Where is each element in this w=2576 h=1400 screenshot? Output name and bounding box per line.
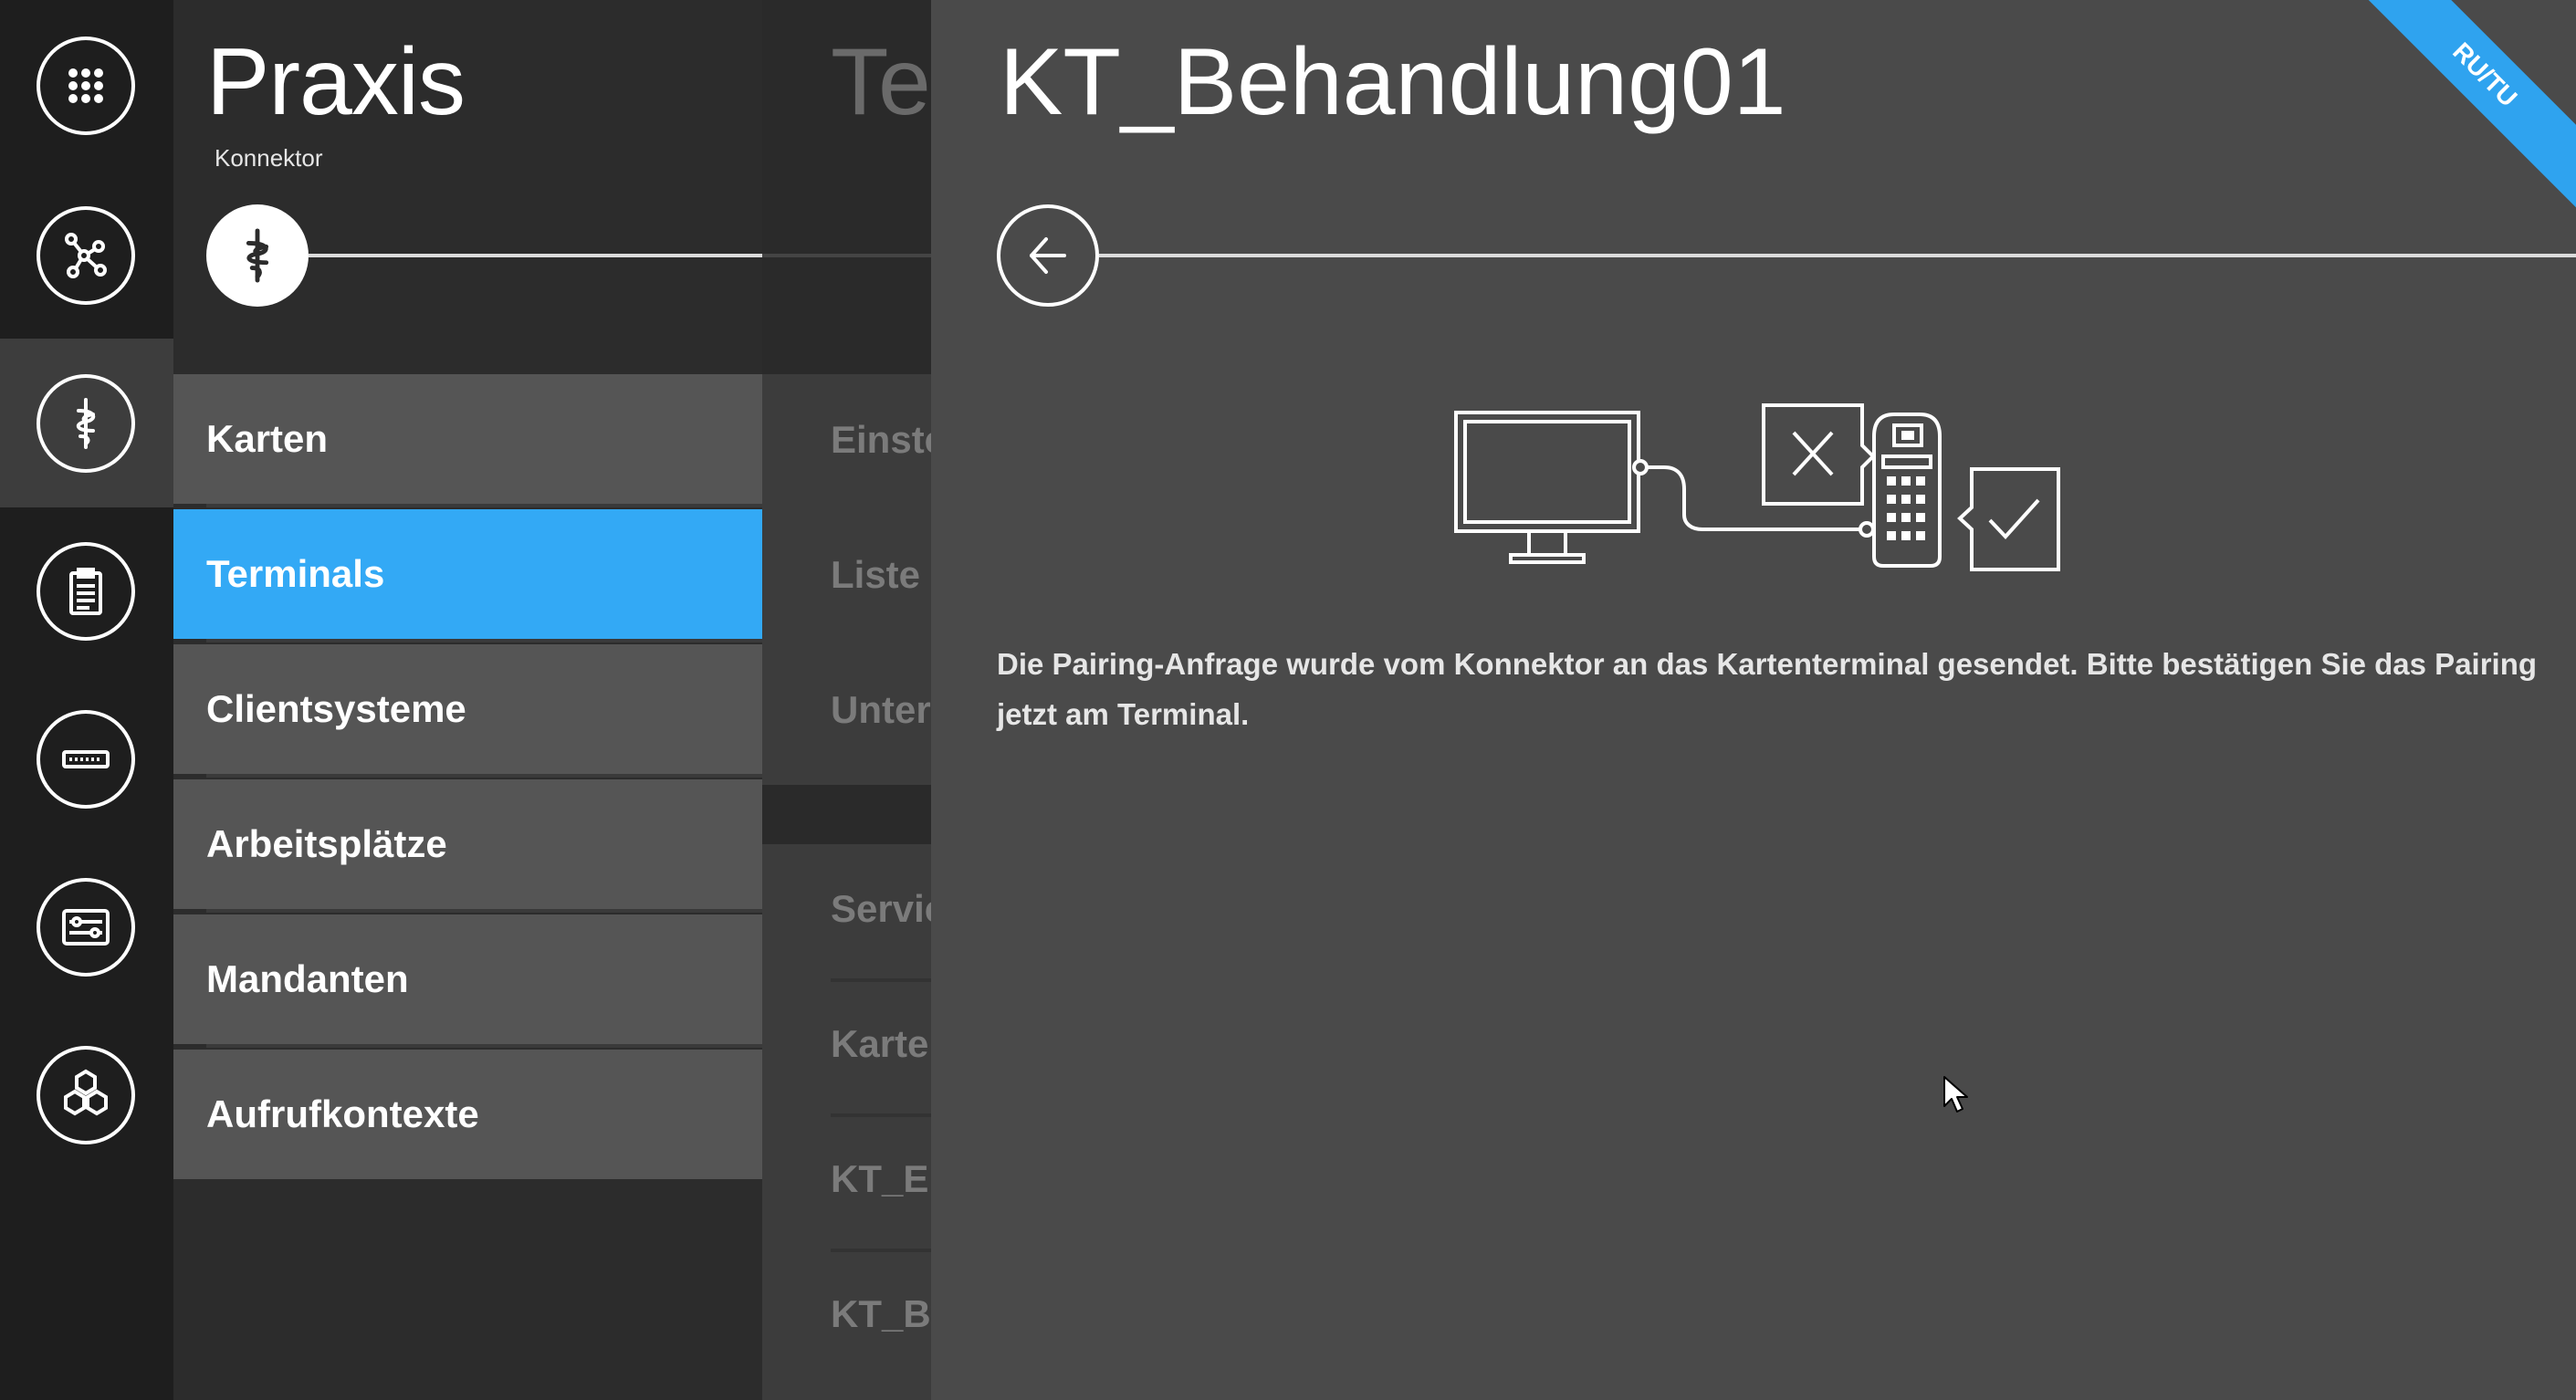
caduceus-icon[interactable] <box>37 374 135 473</box>
praxis-sidebar: Praxis Konnektor Karten Terminals Client… <box>173 0 762 1400</box>
network-nodes-icon[interactable] <box>37 206 135 305</box>
header-divider <box>1099 254 2576 257</box>
column-title: Te <box>831 29 931 135</box>
list-item[interactable]: Unter <box>831 688 931 732</box>
confirm-check-icon <box>1957 467 2060 571</box>
pairing-illustration <box>1454 403 2060 571</box>
monitor-icon <box>1454 411 1640 564</box>
header-divider <box>762 254 931 257</box>
section-subtitle: Konnektor <box>215 144 323 172</box>
nav-item-mandanten[interactable]: Mandanten <box>173 914 762 1044</box>
clipboard-icon[interactable] <box>37 542 135 641</box>
nav-item-label: Mandanten <box>206 957 409 1000</box>
nav-item-label: Terminals <box>206 552 385 595</box>
apps-grid-icon[interactable] <box>37 37 135 135</box>
modules-hexagon-icon[interactable] <box>37 1046 135 1144</box>
page-title: KT_Behandlung01 <box>1000 29 1786 135</box>
nav-divider <box>206 774 762 778</box>
card-terminal-icon <box>1872 413 1942 568</box>
nav-item-clientsysteme[interactable]: Clientsysteme <box>173 644 762 774</box>
card-reader-icon[interactable] <box>37 710 135 809</box>
nav-divider <box>206 909 762 913</box>
settings-sliders-icon[interactable] <box>37 878 135 977</box>
list-divider <box>831 1113 931 1117</box>
error-close-icon <box>1762 403 1876 506</box>
list-divider <box>831 1249 931 1252</box>
header-divider <box>309 254 762 257</box>
terminals-list-column: Te Einste Liste c Unter Servic Karter KT… <box>762 0 931 1400</box>
nav-item-karten[interactable]: Karten <box>173 374 762 504</box>
list-item[interactable]: Karter <box>831 1022 931 1066</box>
list-item[interactable]: Servic <box>831 887 931 931</box>
list-item[interactable]: KT_Er <box>831 1157 931 1201</box>
list-item[interactable]: KT_Be <box>831 1292 931 1336</box>
caduceus-icon <box>206 204 309 307</box>
list-divider <box>831 978 931 982</box>
nav-divider <box>206 1044 762 1048</box>
corner-badge-label: RU/TU <box>2447 37 2523 112</box>
list-item[interactable]: Einste <box>831 418 931 462</box>
arrow-left-icon <box>1030 237 1066 274</box>
mouse-cursor-icon <box>1943 1076 1968 1113</box>
nav-item-label: Karten <box>206 417 329 460</box>
nav-item-label: Aufrufkontexte <box>206 1092 479 1135</box>
back-button[interactable] <box>997 204 1099 307</box>
nav-item-label: Arbeitsplätze <box>206 822 447 865</box>
pairing-message: Die Pairing-Anfrage wurde vom Konnektor … <box>997 647 2538 731</box>
corner-badge: RU/TU <box>2328 0 2576 232</box>
nav-item-label: Clientsysteme <box>206 687 466 730</box>
nav-divider <box>206 639 762 643</box>
section-title: Praxis <box>206 29 466 135</box>
nav-item-terminals[interactable]: Terminals <box>173 509 762 639</box>
nav-divider <box>206 504 762 507</box>
nav-item-aufrufkontexte[interactable]: Aufrufkontexte <box>173 1050 762 1179</box>
icon-rail <box>0 0 173 1400</box>
nav-item-arbeitsplaetze[interactable]: Arbeitsplätze <box>173 779 762 909</box>
terminal-detail-panel: KT_Behandlung01 Die Pairing-Anfrage wurd… <box>931 0 2576 1400</box>
list-item[interactable]: Liste c <box>831 553 931 597</box>
